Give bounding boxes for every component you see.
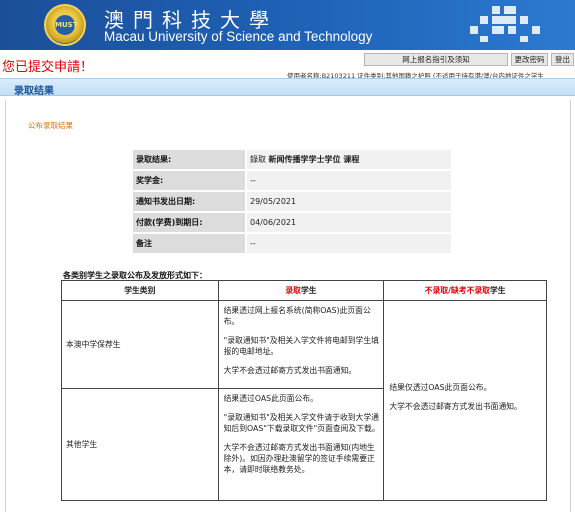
header-admitted-highlight: 录取 bbox=[285, 286, 301, 295]
info-paragraph: 大学不会透过邮寄方式发出书面通知。 bbox=[223, 366, 357, 375]
info-paragraph: 结果透过OAS此页面公布。 bbox=[223, 394, 318, 403]
rejected-info: 结果仅透过OAS此页面公布。 大学不会透过邮寄方式发出书面通知。 bbox=[383, 300, 547, 501]
result-label: 录取结果: bbox=[133, 150, 245, 169]
scholarship-label: 奖学金: bbox=[133, 171, 245, 190]
result-prefix: 錄取 bbox=[250, 155, 266, 164]
notice-date-label: 通知书发出日期: bbox=[133, 192, 245, 211]
notice-date-value: 29/05/2021 bbox=[247, 192, 451, 211]
info-paragraph: "录取通知书"及相关入学文件请于收到大学通知后到OAS"下载录取文件"页面查阅及… bbox=[223, 413, 380, 433]
result-value: 錄取 新闻传播学学士学位 课程 bbox=[247, 150, 451, 169]
publish-result-title: 公布录取结果 bbox=[28, 121, 73, 130]
info-paragraph: 结果透过网上报名系统(简称OAS)此页面公布。 bbox=[223, 306, 371, 326]
header-student-category: 学生类别 bbox=[61, 280, 219, 301]
remarks-label: 备注 bbox=[133, 234, 245, 253]
university-logo: MUST bbox=[44, 4, 86, 46]
admitted-info-local: 结果透过网上报名系统(简称OAS)此页面公布。 "录取通知书"及相关入学文件将电… bbox=[217, 300, 385, 389]
admission-result-table: 录取结果: 錄取 新闻传播学学士学位 课程 奖学金: -- 通知书发出日期: 2… bbox=[131, 148, 453, 255]
table-header-row: 学生类别 录取学生 不录取/缺考不录取学生 bbox=[61, 280, 547, 301]
payment-due-label: 付款(学费)到期日: bbox=[133, 213, 245, 232]
publication-rules-table: 学生类别 录取学生 不录取/缺考不录取学生 本澳中学保荐生 结果透过网上报名系统… bbox=[61, 280, 547, 501]
section-header: 录取结果 bbox=[0, 78, 575, 97]
application-guide-button[interactable]: 网上报名指引及须知 bbox=[364, 53, 508, 66]
section-title: 录取结果 bbox=[14, 86, 54, 97]
info-paragraph: 结果仅透过OAS此页面公布。 bbox=[389, 382, 492, 392]
table-row: 通知书发出日期: 29/05/2021 bbox=[133, 192, 451, 211]
table-row: 本澳中学保荐生 结果透过网上报名系统(简称OAS)此页面公布。 "录取通知书"及… bbox=[61, 300, 547, 501]
info-paragraph: 大学不会透过邮寄方式发出书面通知。 bbox=[389, 401, 522, 411]
payment-due-value: 04/06/2021 bbox=[247, 213, 451, 232]
category-local-nominated: 本澳中学保荐生 bbox=[61, 300, 219, 389]
result-programme: 新闻传播学学士学位 课程 bbox=[268, 155, 360, 164]
university-name-en: Macau University of Science and Technolo… bbox=[104, 29, 373, 44]
header-admitted: 录取学生 bbox=[217, 280, 385, 301]
admitted-info-other: 结果透过OAS此页面公布。 "录取通知书"及相关入学文件请于收到大学通知后到OA… bbox=[217, 388, 385, 501]
category-other-students: 其他学生 bbox=[61, 388, 219, 501]
table-row: 备注 -- bbox=[133, 234, 451, 253]
remarks-value: -- bbox=[247, 234, 451, 253]
table-row: 付款(学费)到期日: 04/06/2021 bbox=[133, 213, 451, 232]
scholarship-value: -- bbox=[247, 171, 451, 190]
header-rejected-suffix: 学生 bbox=[489, 286, 506, 295]
change-password-button[interactable]: 更改密码 bbox=[511, 53, 548, 66]
header-rejected: 不录取/缺考不录取学生 bbox=[383, 280, 547, 301]
submitted-message: 您已提交申請！ bbox=[2, 60, 94, 75]
logout-button[interactable]: 登出 bbox=[551, 53, 574, 66]
info-paragraph: "录取通知书"及相关入学文件将电邮到学生填报的电邮地址。 bbox=[223, 336, 379, 356]
header-rejected-highlight: 不录取/缺考不录取 bbox=[424, 286, 490, 295]
logo-emblem: MUST bbox=[55, 15, 77, 35]
info-paragraph: 大学不会透过邮寄方式发出书面通知(内地生除外)。如因办理赴澳留学的签证手续需要正… bbox=[223, 443, 375, 474]
header-admitted-suffix: 学生 bbox=[300, 286, 317, 295]
table-row: 录取结果: 錄取 新闻传播学学士学位 课程 bbox=[133, 150, 451, 169]
site-banner: MUST 澳門科技大學 Macau University of Science … bbox=[0, 0, 575, 50]
pixel-decoration bbox=[470, 6, 550, 44]
table-row: 奖学金: -- bbox=[133, 171, 451, 190]
